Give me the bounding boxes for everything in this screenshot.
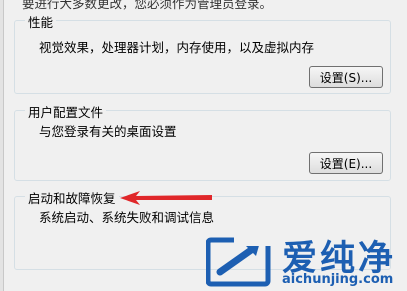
user-profiles-description: 与您登录有关的桌面设置: [39, 124, 177, 139]
watermark: 爱纯净 aichunjing.com: [206, 228, 407, 291]
startup-recovery-group-title: 启动和故障恢复: [25, 188, 119, 207]
system-properties-advanced-tab: 要进行大多数更改，您必须作为管理员登录。 性能 视觉效果，处理器计划，内存使用，…: [0, 0, 407, 291]
startup-recovery-description: 系统启动、系统失败和调试信息: [39, 210, 215, 225]
red-pointer-arrow-icon: [120, 191, 212, 205]
performance-group: 性能 视觉效果，处理器计划，内存使用，以及虚拟内存 设置(S)...: [14, 12, 391, 94]
admin-notice-text: 要进行大多数更改，您必须作为管理员登录。: [22, 0, 273, 11]
performance-settings-button[interactable]: 设置(S)...: [309, 66, 383, 88]
user-profiles-group: 用户配置文件 与您登录有关的桌面设置 设置(E)...: [14, 102, 391, 181]
user-profiles-group-title: 用户配置文件: [25, 102, 107, 121]
watermark-logo-icon: [206, 234, 274, 287]
user-profiles-settings-button[interactable]: 设置(E)...: [309, 152, 383, 174]
performance-description: 视觉效果，处理器计划，内存使用，以及虚拟内存: [39, 40, 315, 55]
performance-group-title: 性能: [25, 12, 57, 31]
window-left-edge: [0, 0, 4, 291]
watermark-url: aichunjing.com: [282, 272, 394, 287]
